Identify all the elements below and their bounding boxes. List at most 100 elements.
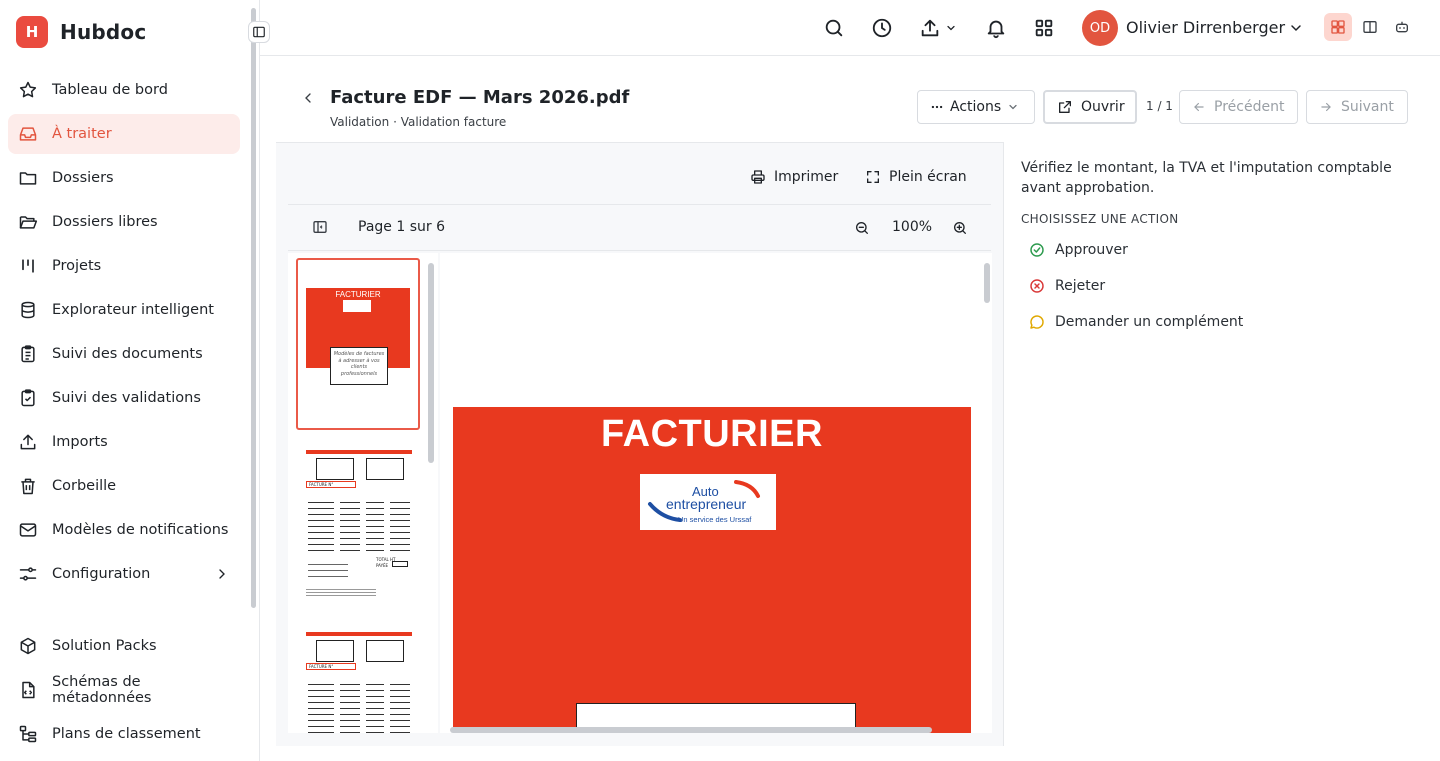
reject-option[interactable]: Rejeter — [1021, 274, 1421, 298]
chevron-down-icon — [1007, 101, 1019, 113]
sidebar-scrollbar[interactable] — [251, 8, 256, 608]
upload-menu-button[interactable] — [918, 16, 958, 40]
thumbnail-paid-label: PAYÉE — [376, 563, 389, 568]
apps-button[interactable] — [1032, 16, 1056, 40]
thumbnail-page-2[interactable]: FACTURE N° TOTAL HT PAYÉE — [296, 445, 420, 607]
document-page: FACTURIER Auto entrepreneur Un service d… — [453, 407, 971, 733]
request-info-option[interactable]: Demander un complément — [1021, 310, 1421, 334]
view-mode-assistant-button[interactable] — [1388, 13, 1416, 41]
sidebar-item-solution-packs[interactable]: Solution Packs — [8, 626, 240, 666]
sidebar-item-imports[interactable]: Imports — [8, 422, 240, 462]
mail-icon — [18, 520, 38, 540]
check-circle-icon — [1029, 242, 1045, 258]
print-label: Imprimer — [774, 169, 839, 185]
chevron-left-icon — [300, 90, 316, 106]
trash-icon — [18, 476, 38, 496]
grid-icon — [1033, 17, 1055, 39]
previous-button[interactable]: Précédent — [1179, 90, 1298, 124]
sidebar-item-schemas[interactable]: Schémas de métadonnées — [8, 670, 240, 710]
viewer-toolbar: Imprimer Plein écran — [288, 143, 991, 205]
fullscreen-button[interactable]: Plein écran — [865, 169, 967, 185]
actions-button[interactable]: Actions — [917, 90, 1035, 124]
tree-icon — [18, 724, 38, 744]
toggle-thumbnails-button[interactable] — [312, 219, 328, 235]
sidebar-collapse-button[interactable] — [248, 21, 270, 43]
sidebar-item-dashboard[interactable]: Tableau de bord — [8, 70, 240, 110]
print-button[interactable]: Imprimer — [750, 169, 838, 185]
sidebar-item-plans-classement[interactable]: Plans de classement — [8, 714, 240, 754]
notifications-button[interactable] — [984, 16, 1008, 40]
search-button[interactable] — [822, 16, 846, 40]
page-title: Facture EDF — Mars 2026.pdf — [330, 87, 630, 108]
open-button[interactable]: Ouvrir — [1043, 90, 1137, 124]
sidebar-item-explorateur[interactable]: Explorateur intelligent — [8, 290, 240, 330]
x-circle-icon — [1029, 278, 1045, 294]
sidebar-item-label: Plans de classement — [52, 726, 201, 742]
sidebar-item-label: Explorateur intelligent — [52, 302, 214, 318]
thumbnail-page-3[interactable]: FACTURE N° — [296, 627, 420, 733]
avatar[interactable]: OD — [1082, 10, 1118, 46]
arrow-left-icon — [1192, 100, 1206, 114]
page-canvas: FACTURIER Auto entrepreneur Un service d… — [440, 253, 992, 733]
sidebar-item-suivi-validations[interactable]: Suivi des validations — [8, 378, 240, 418]
folder-icon — [18, 168, 38, 188]
page-horizontal-scrollbar[interactable] — [450, 727, 932, 733]
brand-logo: H — [16, 16, 48, 48]
sidebar-toggle-icon — [312, 219, 328, 235]
message-circle-icon — [1029, 314, 1045, 330]
sidebar-item-a-traiter[interactable]: À traiter — [8, 114, 240, 154]
zoom-in-icon — [952, 220, 968, 236]
user-name[interactable]: Olivier Dirrenberger — [1126, 18, 1285, 37]
upload-icon — [18, 432, 38, 452]
inbox-icon — [18, 124, 38, 144]
brand[interactable]: H Hubdoc — [16, 16, 146, 48]
actions-label: Actions — [950, 99, 1002, 115]
next-label: Suivant — [1341, 99, 1394, 115]
document-viewer: Imprimer Plein écran Page 1 sur 6 100% F… — [276, 142, 1004, 746]
sidebar-item-suivi-documents[interactable]: Suivi des documents — [8, 334, 240, 374]
printer-icon — [750, 169, 766, 185]
sidebar-item-dossiers-libres[interactable]: Dossiers libres — [8, 202, 240, 242]
columns-icon — [1362, 19, 1378, 35]
thumbnail-caption: Modèles de factures à adresser à vos cli… — [330, 347, 388, 385]
viewer-pagebar: Page 1 sur 6 100% — [288, 205, 991, 251]
validation-panel: Vérifiez le montant, la TVA et l'imputat… — [1021, 158, 1421, 334]
bell-icon — [985, 17, 1007, 39]
next-button[interactable]: Suivant — [1306, 90, 1408, 124]
view-mode-grid-button[interactable] — [1324, 13, 1352, 41]
breadcrumb: Validation · Validation facture — [330, 115, 507, 129]
zoom-out-button[interactable] — [854, 220, 870, 236]
sidebar-item-label: Configuration — [52, 566, 151, 582]
approve-label: Approuver — [1055, 242, 1128, 258]
sidebar-item-corbeille[interactable]: Corbeille — [8, 466, 240, 506]
zoom-in-button[interactable] — [952, 220, 968, 236]
chevron-down-icon[interactable] — [1288, 20, 1304, 36]
sidebar-item-modeles-notifications[interactable]: Modèles de notifications — [8, 510, 240, 550]
layout-grid-icon — [1330, 19, 1346, 35]
back-button[interactable] — [300, 90, 316, 106]
thumbnail-logo — [343, 300, 371, 312]
sidebar-item-dossiers[interactable]: Dossiers — [8, 158, 240, 198]
sidebar-item-label: Corbeille — [52, 478, 117, 494]
sidebar-item-label: Imports — [52, 434, 108, 450]
thumbnail-scrollbar[interactable] — [428, 263, 434, 463]
sidebar-item-label: Projets — [52, 258, 102, 274]
sidebar-item-configuration[interactable]: Configuration — [8, 554, 240, 594]
logo-line-3: Un service des Urssaf — [678, 515, 752, 524]
view-mode-group — [1324, 13, 1416, 41]
previous-label: Précédent — [1214, 99, 1285, 115]
sidebar-item-projets[interactable]: Projets — [8, 246, 240, 286]
document-page-title: FACTURIER — [601, 413, 823, 455]
view-mode-split-button[interactable] — [1356, 13, 1384, 41]
thumbnail-page-1[interactable]: FACTURIER Modèles de factures à adresser… — [296, 258, 420, 430]
clipboard-check-icon — [18, 388, 38, 408]
approve-option[interactable]: Approuver — [1021, 238, 1421, 262]
sidebar-item-label: Schémas de métadonnées — [52, 674, 152, 706]
upload-icon — [919, 17, 941, 39]
bot-icon — [1394, 19, 1410, 35]
auto-entrepreneur-logo: Auto entrepreneur Un service des Urssaf — [640, 474, 776, 530]
history-button[interactable] — [870, 16, 894, 40]
file-code-icon — [18, 680, 38, 700]
page-vertical-scrollbar[interactable] — [984, 263, 990, 303]
thumbnail-list: FACTURIER Modèles de factures à adresser… — [288, 253, 438, 733]
